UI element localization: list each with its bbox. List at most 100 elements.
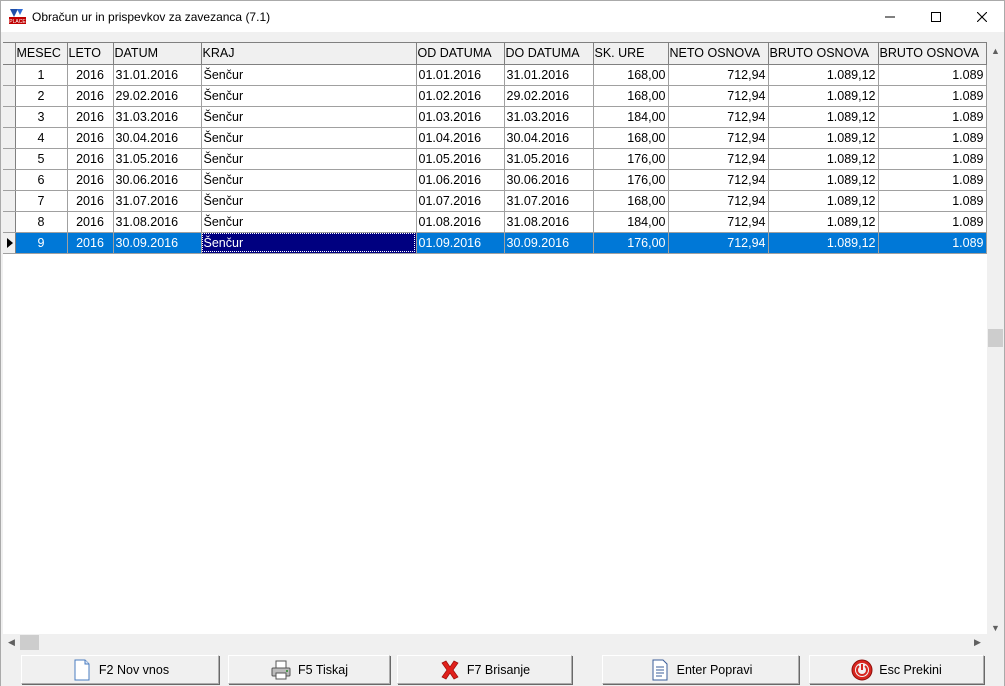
table-cell[interactable]: 176,00 [593,169,669,191]
table-cell[interactable]: 01.01.2016 [416,64,505,86]
row-indicator[interactable] [3,127,16,149]
table-cell[interactable]: 712,94 [668,127,769,149]
table-cell[interactable]: 30.04.2016 [113,127,202,149]
row-indicator[interactable] [3,232,16,254]
table-cell[interactable]: 29.02.2016 [113,85,202,107]
table-cell[interactable]: 1.089 [878,190,987,212]
table-row[interactable]: 7 2016 31.07.2016 Šenčur 01.07.2016 31.07.201… [3,190,987,212]
table-cell[interactable]: 184,00 [593,211,669,233]
table-cell[interactable]: 31.08.2016 [504,211,594,233]
vertical-scroll-thumb[interactable] [988,329,1003,347]
scroll-left-arrow-icon[interactable]: ◀ [3,634,20,651]
table-cell[interactable]: 712,94 [668,190,769,212]
table-cell[interactable]: 1.089 [878,169,987,191]
table-cell[interactable]: 176,00 [593,148,669,170]
table-cell[interactable]: 1.089,12 [768,211,879,233]
column-header[interactable]: LETO [67,43,114,65]
row-indicator[interactable] [3,148,16,170]
table-row[interactable]: 3 2016 31.03.2016 Šenčur 01.03.2016 31.03.201… [3,106,987,128]
table-cell[interactable]: 01.09.2016 [416,232,505,254]
table-cell[interactable]: 1 [15,64,68,86]
table-cell[interactable]: 31.01.2016 [113,64,202,86]
table-cell[interactable]: 01.07.2016 [416,190,505,212]
column-header[interactable]: SK. URE [593,43,669,65]
table-cell[interactable]: 31.07.2016 [113,190,202,212]
column-header[interactable]: OD DATUMA [416,43,505,65]
cancel-button[interactable]: Esc Prekini [809,655,984,684]
minimize-button[interactable] [867,1,913,32]
column-header[interactable]: NETO OSNOVA [668,43,769,65]
table-cell[interactable]: 712,94 [668,232,769,254]
table-row[interactable]: 9 2016 30.09.2016 Šenčur 01.09.2016 30.09.201… [3,232,987,254]
table-cell[interactable]: 1.089,12 [768,169,879,191]
table-cell[interactable]: 2016 [67,85,114,107]
column-header[interactable]: DATUM [113,43,202,65]
table-cell[interactable]: 30.09.2016 [504,232,594,254]
delete-button[interactable]: F7 Brisanje [397,655,572,684]
table-cell[interactable]: 2016 [67,106,114,128]
table-row[interactable]: 1 2016 31.01.2016 Šenčur 01.01.2016 31.01.201… [3,64,987,86]
row-indicator[interactable] [3,106,16,128]
table-cell[interactable]: 168,00 [593,127,669,149]
table-cell[interactable]: 01.04.2016 [416,127,505,149]
table-cell[interactable]: 1.089 [878,127,987,149]
table-cell[interactable]: 1.089 [878,232,987,254]
table-cell[interactable]: 1.089 [878,148,987,170]
table-cell[interactable]: 712,94 [668,64,769,86]
table-cell[interactable]: 168,00 [593,64,669,86]
print-button[interactable]: F5 Tiskaj [228,655,390,684]
table-cell[interactable]: 1.089,12 [768,148,879,170]
table-cell[interactable]: 01.03.2016 [416,106,505,128]
table-cell[interactable]: 31.03.2016 [504,106,594,128]
maximize-button[interactable] [913,1,959,32]
new-entry-button[interactable]: F2 Nov vnos [21,655,219,684]
table-cell[interactable]: Šenčur [201,64,417,86]
vertical-scrollbar[interactable]: ▲ ▼ [987,42,1004,636]
row-indicator[interactable] [3,169,16,191]
horizontal-scroll-thumb[interactable] [20,635,39,650]
table-row[interactable]: 4 2016 30.04.2016 Šenčur 01.04.2016 30.04.201… [3,127,987,149]
table-cell[interactable]: 6 [15,169,68,191]
table-cell[interactable]: 2016 [67,190,114,212]
table-cell[interactable]: 712,94 [668,211,769,233]
table-cell[interactable]: 2016 [67,232,114,254]
table-cell[interactable]: Šenčur [201,211,417,233]
column-header[interactable]: DO DATUMA [504,43,594,65]
table-cell[interactable]: Šenčur [201,127,417,149]
table-cell[interactable]: 29.02.2016 [504,85,594,107]
table-cell[interactable]: 01.02.2016 [416,85,505,107]
table-row[interactable]: 5 2016 31.05.2016 Šenčur 01.05.2016 31.05.201… [3,148,987,170]
row-indicator[interactable] [3,64,16,86]
table-cell[interactable]: 2016 [67,211,114,233]
table-cell[interactable]: 1.089,12 [768,85,879,107]
table-cell[interactable]: 9 [15,232,68,254]
table-cell[interactable]: Šenčur [201,190,417,212]
table-cell[interactable]: 1.089,12 [768,190,879,212]
table-cell[interactable]: 712,94 [668,106,769,128]
table-cell[interactable]: 31.05.2016 [113,148,202,170]
table-cell[interactable]: 30.06.2016 [113,169,202,191]
row-indicator[interactable] [3,211,16,233]
row-indicator[interactable] [3,190,16,212]
table-cell[interactable]: 2016 [67,127,114,149]
table-cell[interactable]: 31.07.2016 [504,190,594,212]
table-cell[interactable]: 01.05.2016 [416,148,505,170]
table-cell[interactable]: 1.089,12 [768,127,879,149]
table-cell[interactable]: 30.04.2016 [504,127,594,149]
table-cell[interactable]: 1.089,12 [768,64,879,86]
table-cell[interactable]: 5 [15,148,68,170]
table-cell[interactable]: 2 [15,85,68,107]
table-row[interactable]: 6 2016 30.06.2016 Šenčur 01.06.2016 30.06.201… [3,169,987,191]
table-cell[interactable]: 31.05.2016 [504,148,594,170]
table-cell[interactable]: 01.08.2016 [416,211,505,233]
table-cell[interactable]: 2016 [67,148,114,170]
scroll-up-arrow-icon[interactable]: ▲ [987,42,1004,59]
table-cell[interactable]: 712,94 [668,148,769,170]
table-cell[interactable]: 1.089,12 [768,106,879,128]
table-cell[interactable]: 712,94 [668,169,769,191]
column-header[interactable]: KRAJ [201,43,417,65]
data-grid[interactable]: MESEC LETO DATUM KRAJ OD DATUMA DO DATUMA SK. … [3,42,989,636]
table-row[interactable]: 8 2016 31.08.2016 Šenčur 01.08.2016 31.08.201… [3,211,987,233]
edit-button[interactable]: Enter Popravi [602,655,799,684]
table-cell[interactable]: 1.089 [878,106,987,128]
